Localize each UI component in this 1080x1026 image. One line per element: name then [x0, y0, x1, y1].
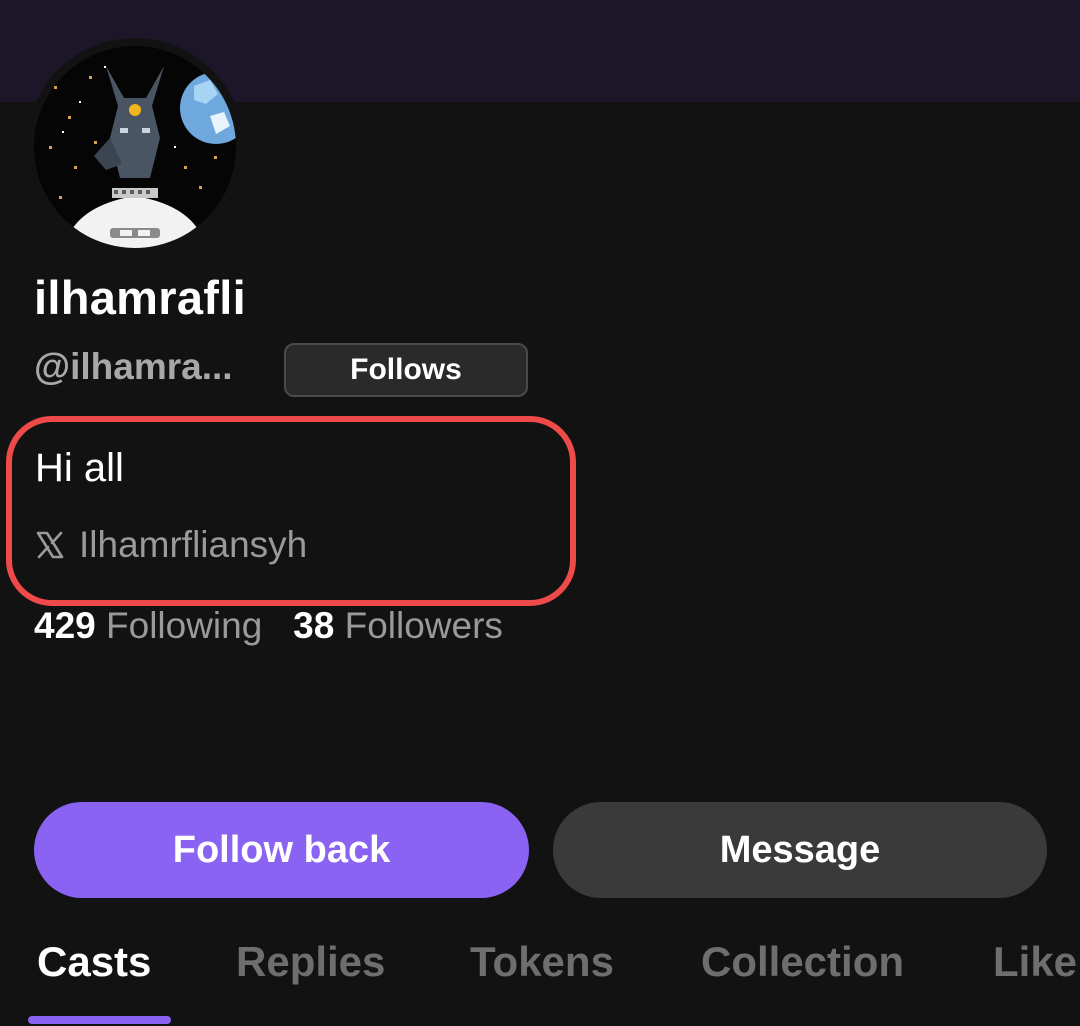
profile-display-name: ilhamrafli: [34, 271, 246, 324]
tab-tokens[interactable]: Tokens: [470, 938, 614, 986]
follows-you-badge: Follows: [284, 343, 528, 397]
tab-replies[interactable]: Replies: [236, 938, 385, 986]
followers-count[interactable]: 38: [293, 605, 334, 646]
profile-tabs: Casts Replies Tokens Collection Like: [0, 938, 1080, 1026]
tab-collection[interactable]: Collection: [701, 938, 904, 986]
active-tab-indicator: [28, 1016, 171, 1024]
message-button[interactable]: Message: [553, 802, 1047, 898]
tab-casts[interactable]: Casts: [37, 938, 151, 986]
following-label[interactable]: Following: [106, 605, 262, 646]
profile-avatar[interactable]: [26, 38, 244, 256]
follow-stats: 429 Following 38 Followers: [34, 605, 503, 647]
profile-handle: @ilhamra...: [34, 346, 233, 387]
bio-highlight-annotation: [6, 416, 576, 606]
follow-back-button[interactable]: Follow back: [34, 802, 529, 898]
tab-likes[interactable]: Like: [993, 938, 1077, 986]
anubis-astronaut-avatar-icon: [34, 46, 236, 248]
followers-label[interactable]: Followers: [345, 605, 503, 646]
following-count[interactable]: 429: [34, 605, 96, 646]
